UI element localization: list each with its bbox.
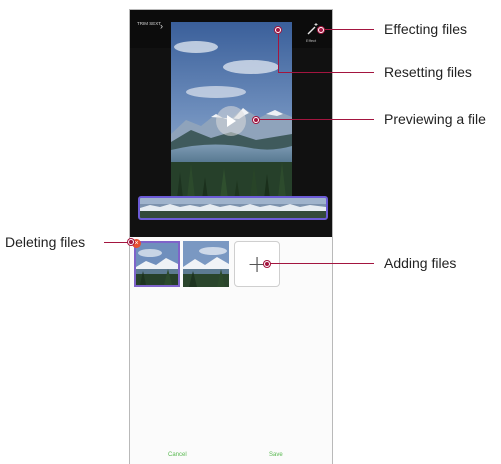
deleting-leader-line	[104, 242, 129, 243]
timeline-frames	[140, 198, 326, 218]
effecting-callout-dot	[318, 27, 324, 33]
callout-previewing-file: Previewing a file	[384, 111, 486, 127]
deleting-callout-dot	[128, 239, 134, 245]
callout-adding-files: Adding files	[384, 255, 457, 271]
plus-icon: +	[246, 250, 268, 278]
chevron-right-icon: ›	[160, 21, 163, 31]
resetting-leader-vertical	[278, 33, 279, 72]
previewing-callout-dot	[253, 117, 259, 123]
callout-effecting-files: Effecting files	[384, 21, 468, 37]
clip-thumbnail-2[interactable]	[183, 241, 229, 287]
resetting-leader-horizontal	[278, 72, 374, 73]
thumbnail-image	[183, 241, 229, 287]
callout-resetting-files: Resetting files	[384, 64, 472, 80]
previewing-leader-line	[259, 119, 374, 120]
thumbnail-image	[136, 243, 178, 285]
add-clip-button[interactable]: +	[234, 241, 280, 287]
cancel-button[interactable]: Cancel	[168, 452, 187, 458]
adding-callout-dot	[264, 261, 270, 267]
play-icon	[227, 115, 236, 127]
adding-leader-line	[270, 263, 374, 264]
effect-label: Effect	[306, 38, 317, 43]
effecting-leader-line	[324, 29, 374, 30]
video-editor: TRIM SEXT › Effect	[130, 10, 332, 237]
phone-screen: TRIM SEXT › Effect × + Cancel Save	[129, 9, 333, 464]
trim-label: TRIM SEXT	[137, 21, 162, 26]
timeline-strip[interactable]	[138, 196, 328, 220]
clip-thumbnail-1[interactable]	[134, 241, 180, 287]
save-button[interactable]: Save	[269, 452, 283, 458]
callout-deleting-files: Deleting files	[5, 234, 86, 250]
